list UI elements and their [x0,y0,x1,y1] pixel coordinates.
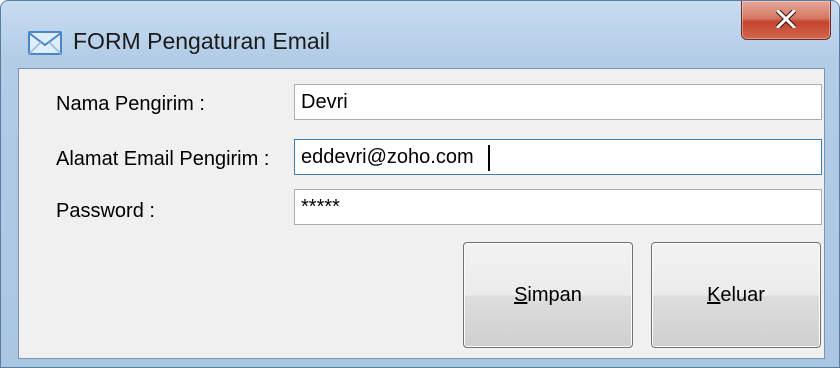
save-button-label: impan [527,283,582,306]
exit-button-accelerator: K [707,283,721,306]
exit-button-label: eluar [720,283,765,306]
save-button-accelerator: S [514,283,528,306]
text-caret [488,145,490,171]
close-icon [776,10,796,28]
save-button[interactable]: Simpan [463,242,633,348]
sender-name-field[interactable] [294,84,822,120]
form-panel: Nama Pengirim : Alamat Email Pengirim : … [18,68,825,359]
sender-email-label: Alamat Email Pengirim : [56,148,270,170]
title-bar[interactable]: FORM Pengaturan Email [1,1,839,61]
window-title: FORM Pengaturan Email [73,28,330,54]
email-settings-window: FORM Pengaturan Email Nama Pengirim : Al… [0,0,840,368]
password-field[interactable] [294,189,822,225]
exit-button[interactable]: Keluar [651,242,821,348]
envelope-icon [28,31,62,55]
password-label: Password : [56,200,155,222]
sender-email-field[interactable] [294,139,822,175]
sender-name-label: Nama Pengirim : [56,93,205,115]
close-button[interactable] [741,1,831,40]
